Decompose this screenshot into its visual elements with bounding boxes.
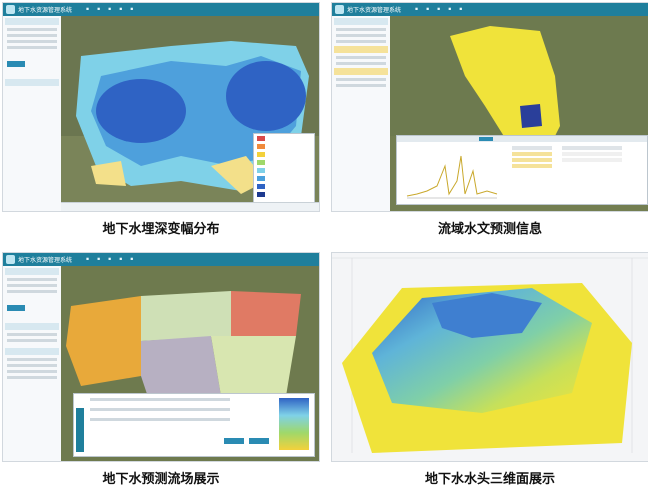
sidebar: [332, 16, 391, 211]
apply-button[interactable]: [224, 438, 244, 444]
nav-item-5[interactable]: ▪: [126, 7, 137, 12]
panel-depth-variation: 地下水资源管理系统 ▪ ▪ ▪ ▪ ▪: [2, 2, 320, 212]
main-nav: ▪ ▪ ▪ ▪ ▪: [82, 7, 137, 12]
top-bar: 地下水资源管理系统 ▪ ▪ ▪ ▪ ▪: [332, 3, 648, 16]
nav-item-3[interactable]: ▪: [433, 7, 444, 12]
sidebar: [3, 16, 62, 211]
app-title: 地下水资源管理系统: [18, 257, 73, 264]
sidebar-highlight[interactable]: [334, 68, 388, 75]
caption-basin-forecast: 流域水文预测信息: [437, 222, 542, 237]
nav-item-2[interactable]: ▪: [93, 257, 104, 262]
confirm-button[interactable]: [249, 438, 269, 444]
sidebar: [3, 266, 62, 461]
nav-item-1[interactable]: ▪: [411, 7, 422, 12]
legend-row: [254, 158, 314, 166]
nav-item-4[interactable]: ▪: [115, 257, 126, 262]
legend-row: [254, 182, 314, 190]
nav-item-4[interactable]: ▪: [115, 7, 126, 12]
legend-row: [254, 142, 314, 150]
app-title: 地下水资源管理系统: [18, 7, 73, 14]
sidebar-header[interactable]: [334, 18, 388, 25]
nav-item-2[interactable]: ▪: [93, 7, 104, 12]
app-logo-icon: [335, 5, 344, 14]
top-bar: 地下水资源管理系统 ▪ ▪ ▪ ▪ ▪: [3, 253, 319, 266]
panel-flow-field: 地下水资源管理系统 ▪ ▪ ▪ ▪ ▪: [2, 252, 320, 462]
hydrograph-chart: [397, 136, 647, 199]
nav-item-3[interactable]: ▪: [104, 7, 115, 12]
main-nav: ▪ ▪ ▪ ▪ ▪: [82, 257, 137, 262]
caption-depth-variation: 地下水埋深变幅分布: [102, 222, 220, 237]
query-button[interactable]: [7, 305, 25, 311]
panel-3d-surface: [331, 252, 648, 462]
caption-flow-field: 地下水预测流场展示: [102, 472, 220, 487]
nav-item-5[interactable]: ▪: [126, 257, 137, 262]
nav-item-1[interactable]: ▪: [82, 7, 93, 12]
sidebar-highlight[interactable]: [334, 46, 388, 53]
top-bar: 地下水资源管理系统 ▪ ▪ ▪ ▪ ▪: [3, 3, 319, 16]
sidebar-header[interactable]: [5, 18, 59, 25]
nav-item-2[interactable]: ▪: [422, 7, 433, 12]
legend-row: [254, 150, 314, 158]
legend-row: [254, 134, 314, 142]
nav-item-1[interactable]: ▪: [82, 257, 93, 262]
sidebar-section-header[interactable]: [5, 79, 59, 86]
main-nav: ▪ ▪ ▪ ▪ ▪: [411, 7, 466, 12]
query-button[interactable]: [7, 61, 25, 67]
legend-row: [254, 174, 314, 182]
panel-tab[interactable]: [76, 408, 84, 452]
nav-item-3[interactable]: ▪: [104, 257, 115, 262]
app-logo-icon: [6, 255, 15, 264]
nav-item-5[interactable]: ▪: [455, 7, 466, 12]
legend: [253, 133, 315, 205]
nav-item-4[interactable]: ▪: [444, 7, 455, 12]
caption-3d-surface: 地下水水头三维面展示: [424, 472, 555, 487]
panel-basin-forecast: 地下水资源管理系统 ▪ ▪ ▪ ▪ ▪: [331, 2, 648, 212]
legend-row: [254, 166, 314, 174]
sidebar-header[interactable]: [5, 268, 59, 275]
legend-row: [254, 190, 314, 198]
app-title: 地下水资源管理系统: [347, 7, 402, 14]
flow-panel[interactable]: [73, 393, 315, 457]
forecast-chart-panel[interactable]: [396, 135, 648, 205]
app-logo-icon: [6, 5, 15, 14]
flow-legend: [279, 398, 309, 450]
head-surface-3d[interactable]: [332, 253, 648, 462]
time-bar[interactable]: [61, 202, 319, 211]
